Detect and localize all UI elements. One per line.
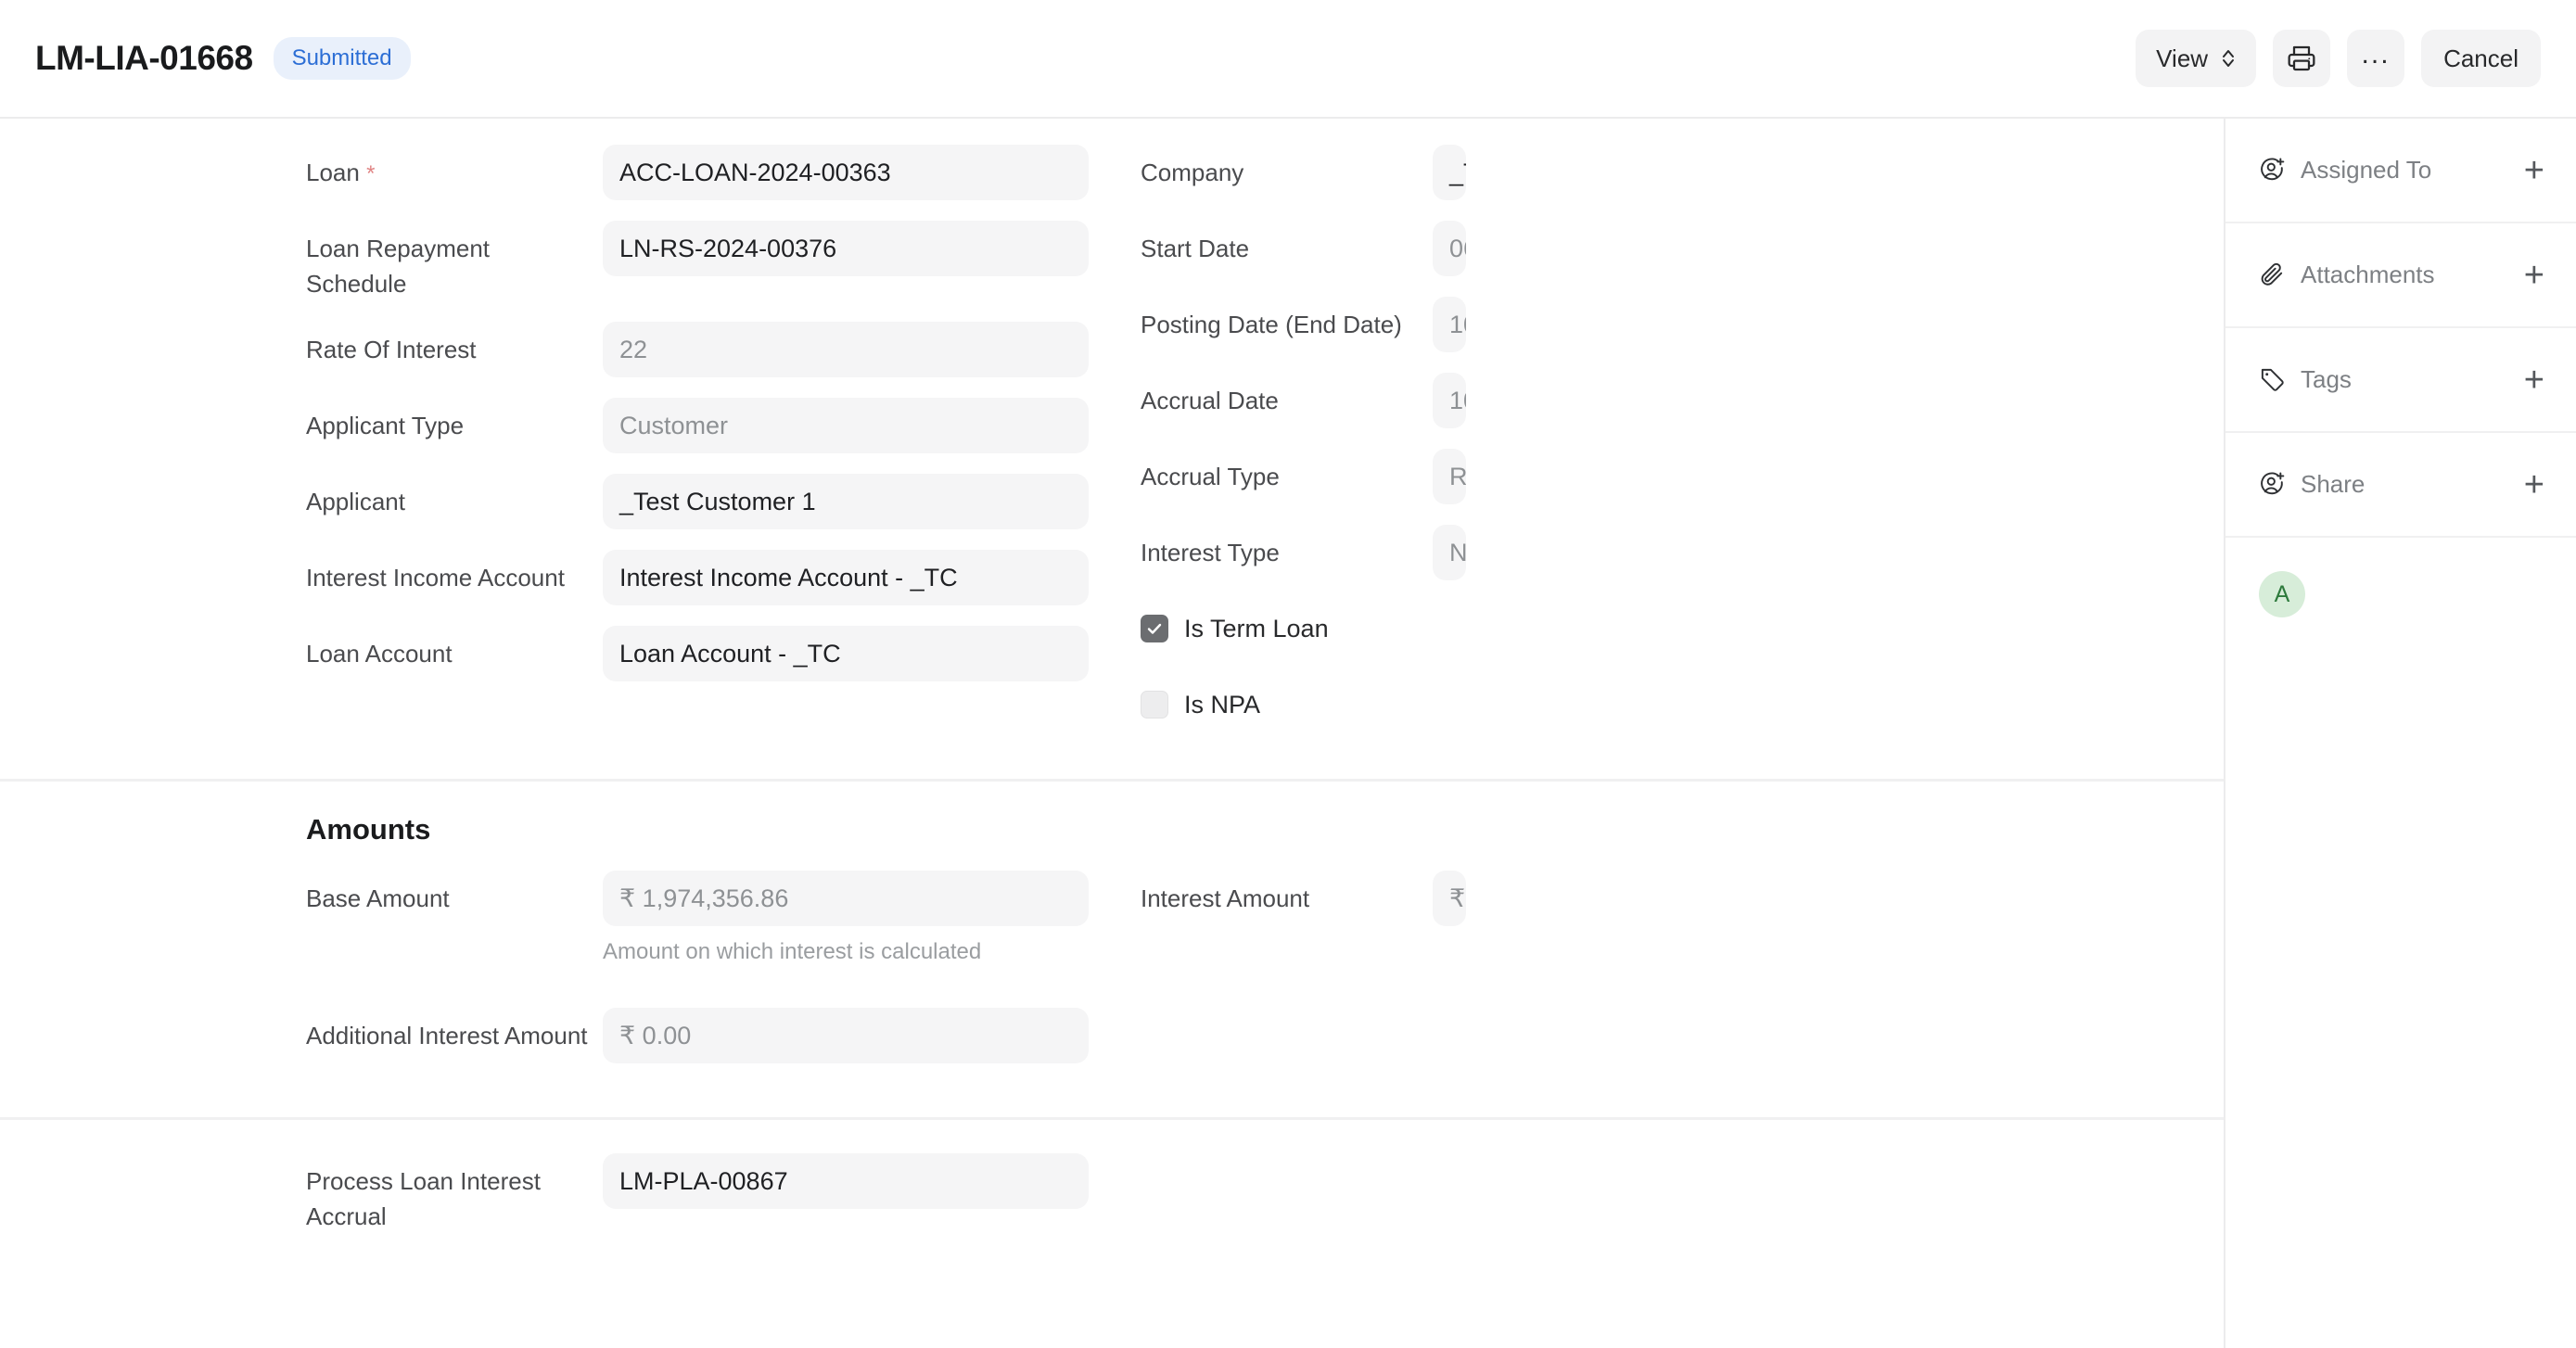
sidebar-item-label: Assigned To	[2301, 156, 2432, 184]
required-asterisk: *	[366, 161, 376, 186]
user-plus-icon	[2259, 471, 2286, 498]
additional-interest-amount-input[interactable]: ₹ 0.00	[603, 1008, 1089, 1063]
sidebar-item-label: Attachments	[2301, 261, 2435, 288]
status-badge: Submitted	[273, 37, 411, 80]
field-loan-account: Loan Account Loan Account - _TC	[306, 626, 1113, 681]
plus-icon[interactable]: +	[2524, 258, 2544, 293]
printer-icon	[2287, 44, 2316, 73]
sidebar-item-tags[interactable]: Tags +	[2225, 328, 2576, 433]
form-section-details: Loan * ACC-LOAN-2024-00363 Loan Repaymen…	[0, 119, 2224, 782]
page-title: LM-LIA-01668	[35, 39, 253, 77]
field-loan: Loan * ACC-LOAN-2024-00363	[306, 145, 1113, 200]
field-label: Additional Interest Amount	[306, 1022, 588, 1049]
base-amount-help-text: Amount on which interest is calculated	[603, 939, 982, 964]
ellipsis-icon: ...	[2361, 38, 2391, 70]
field-label: Loan Repayment Schedule	[306, 235, 491, 298]
field-rate-of-interest: Rate Of Interest 22	[306, 322, 1113, 377]
plus-icon[interactable]: +	[2524, 153, 2544, 188]
sidebar-item-label: Share	[2301, 470, 2366, 498]
section-grid: Base Amount ₹ 1,974,356.86 Amount on whi…	[0, 871, 2224, 1117]
sidebar-item-share[interactable]: Share +	[2225, 433, 2576, 538]
field-applicant: Applicant _Test Customer 1	[306, 474, 1113, 529]
cancel-button[interactable]: Cancel	[2421, 30, 2541, 87]
checkbox-unchecked-icon[interactable]	[1141, 691, 1168, 719]
form-section-amounts: Amounts Base Amount ₹ 1,974,356.86 Amoun…	[0, 782, 2224, 1120]
header-actions: View ... Cancel	[2136, 30, 2541, 87]
start-date-input[interactable]: 06-08-2024	[1433, 221, 1466, 276]
field-label: Loan Account	[306, 640, 453, 668]
field-applicant-type: Applicant Type Customer	[306, 398, 1113, 453]
accrual-date-input[interactable]: 10-08-2024	[1433, 373, 1466, 428]
paperclip-icon	[2259, 261, 2286, 288]
posting-date-input[interactable]: 10-08-2024	[1433, 297, 1466, 352]
field-label: Base Amount	[306, 884, 450, 912]
shared-users-row: A	[2225, 538, 2576, 617]
field-process-loan-interest-accrual: Process Loan Interest Accrual LM-PLA-008…	[306, 1153, 1113, 1234]
user-plus-icon	[2259, 157, 2286, 184]
sidebar-item-content: Tags	[2259, 365, 2352, 394]
field-label: Rate Of Interest	[306, 336, 477, 363]
field-label: Interest Amount	[1141, 884, 1310, 912]
more-options-button[interactable]: ...	[2347, 30, 2405, 87]
interest-amount-input[interactable]: ₹ 5,950.12	[1433, 871, 1466, 926]
field-loan-repayment-schedule: Loan Repayment Schedule LN-RS-2024-00376	[306, 221, 1113, 301]
sidebar-item-content: Share	[2259, 470, 2365, 499]
field-label: Applicant	[306, 488, 405, 515]
right-sidebar: Assigned To + Attachments + Tags + Share…	[2225, 119, 2576, 1348]
form-section-process: Process Loan Interest Accrual LM-PLA-008…	[0, 1120, 2224, 1280]
section-grid: Loan * ACC-LOAN-2024-00363 Loan Repaymen…	[0, 119, 2224, 779]
field-label: Company	[1141, 159, 1244, 186]
checkbox-checked-icon[interactable]	[1141, 615, 1168, 642]
loan-account-input[interactable]: Loan Account - _TC	[603, 626, 1089, 681]
field-label: Applicant Type	[306, 412, 465, 439]
sidebar-item-content: Attachments	[2259, 261, 2435, 289]
sidebar-item-content: Assigned To	[2259, 156, 2431, 184]
view-switcher-button[interactable]: View	[2136, 30, 2257, 87]
interest-income-account-input[interactable]: Interest Income Account - _TC	[603, 550, 1089, 605]
chevron-up-down-icon	[2221, 47, 2236, 70]
plus-icon[interactable]: +	[2524, 362, 2544, 398]
field-label: Posting Date (End Date)	[1141, 311, 1402, 338]
loan-repayment-schedule-input[interactable]: LN-RS-2024-00376	[603, 221, 1089, 276]
sidebar-item-attachments[interactable]: Attachments +	[2225, 223, 2576, 328]
base-amount-group: ₹ 1,974,356.86 Amount on which interest …	[603, 871, 1089, 965]
loan-input[interactable]: ACC-LOAN-2024-00363	[603, 145, 1089, 200]
plus-icon[interactable]: +	[2524, 467, 2544, 502]
field-label: Loan *	[306, 159, 376, 186]
accrual-type-input[interactable]: Regular	[1433, 449, 1466, 504]
form-main-column: Loan * ACC-LOAN-2024-00363 Loan Repaymen…	[0, 119, 2225, 1348]
applicant-type-input[interactable]: Customer	[603, 398, 1089, 453]
tag-icon	[2259, 366, 2286, 393]
checkbox-label-is-npa: Is NPA	[1184, 690, 1261, 719]
field-label: Start Date	[1141, 235, 1250, 262]
print-button[interactable]	[2273, 30, 2331, 87]
field-label: Process Loan Interest Accrual	[306, 1167, 541, 1230]
page-body: Loan * ACC-LOAN-2024-00363 Loan Repaymen…	[0, 119, 2576, 1348]
field-label: Interest Income Account	[306, 564, 565, 591]
header-left-group: LM-LIA-01668 Submitted	[35, 37, 411, 80]
rate-of-interest-input[interactable]: 22	[603, 322, 1089, 377]
field-interest-income-account: Interest Income Account Interest Income …	[306, 550, 1113, 605]
checkbox-label-is-term-loan: Is Term Loan	[1184, 614, 1329, 642]
sidebar-item-label: Tags	[2301, 365, 2352, 393]
sidebar-item-assigned-to[interactable]: Assigned To +	[2225, 119, 2576, 223]
field-additional-interest-amount: Additional Interest Amount ₹ 0.00	[306, 1008, 1113, 1063]
applicant-input[interactable]: _Test Customer 1	[603, 474, 1089, 529]
page-header: LM-LIA-01668 Submitted View ... Cancel	[0, 0, 2576, 119]
interest-type-input[interactable]: Normal Interest	[1433, 525, 1466, 580]
field-label: Accrual Date	[1141, 387, 1279, 414]
field-label: Interest Type	[1141, 539, 1280, 566]
avatar[interactable]: A	[2259, 571, 2305, 617]
process-loan-interest-accrual-input[interactable]: LM-PLA-00867	[603, 1153, 1089, 1209]
field-label: Accrual Type	[1141, 463, 1280, 490]
company-input[interactable]: _Test Company	[1433, 145, 1466, 200]
section-title-amounts: Amounts	[306, 813, 431, 846]
field-base-amount: Base Amount ₹ 1,974,356.86 Amount on whi…	[306, 871, 1113, 965]
base-amount-input[interactable]: ₹ 1,974,356.86	[603, 871, 1089, 926]
section-grid: Process Loan Interest Accrual LM-PLA-008…	[0, 1120, 2224, 1280]
view-switcher-label: View	[2156, 44, 2209, 72]
